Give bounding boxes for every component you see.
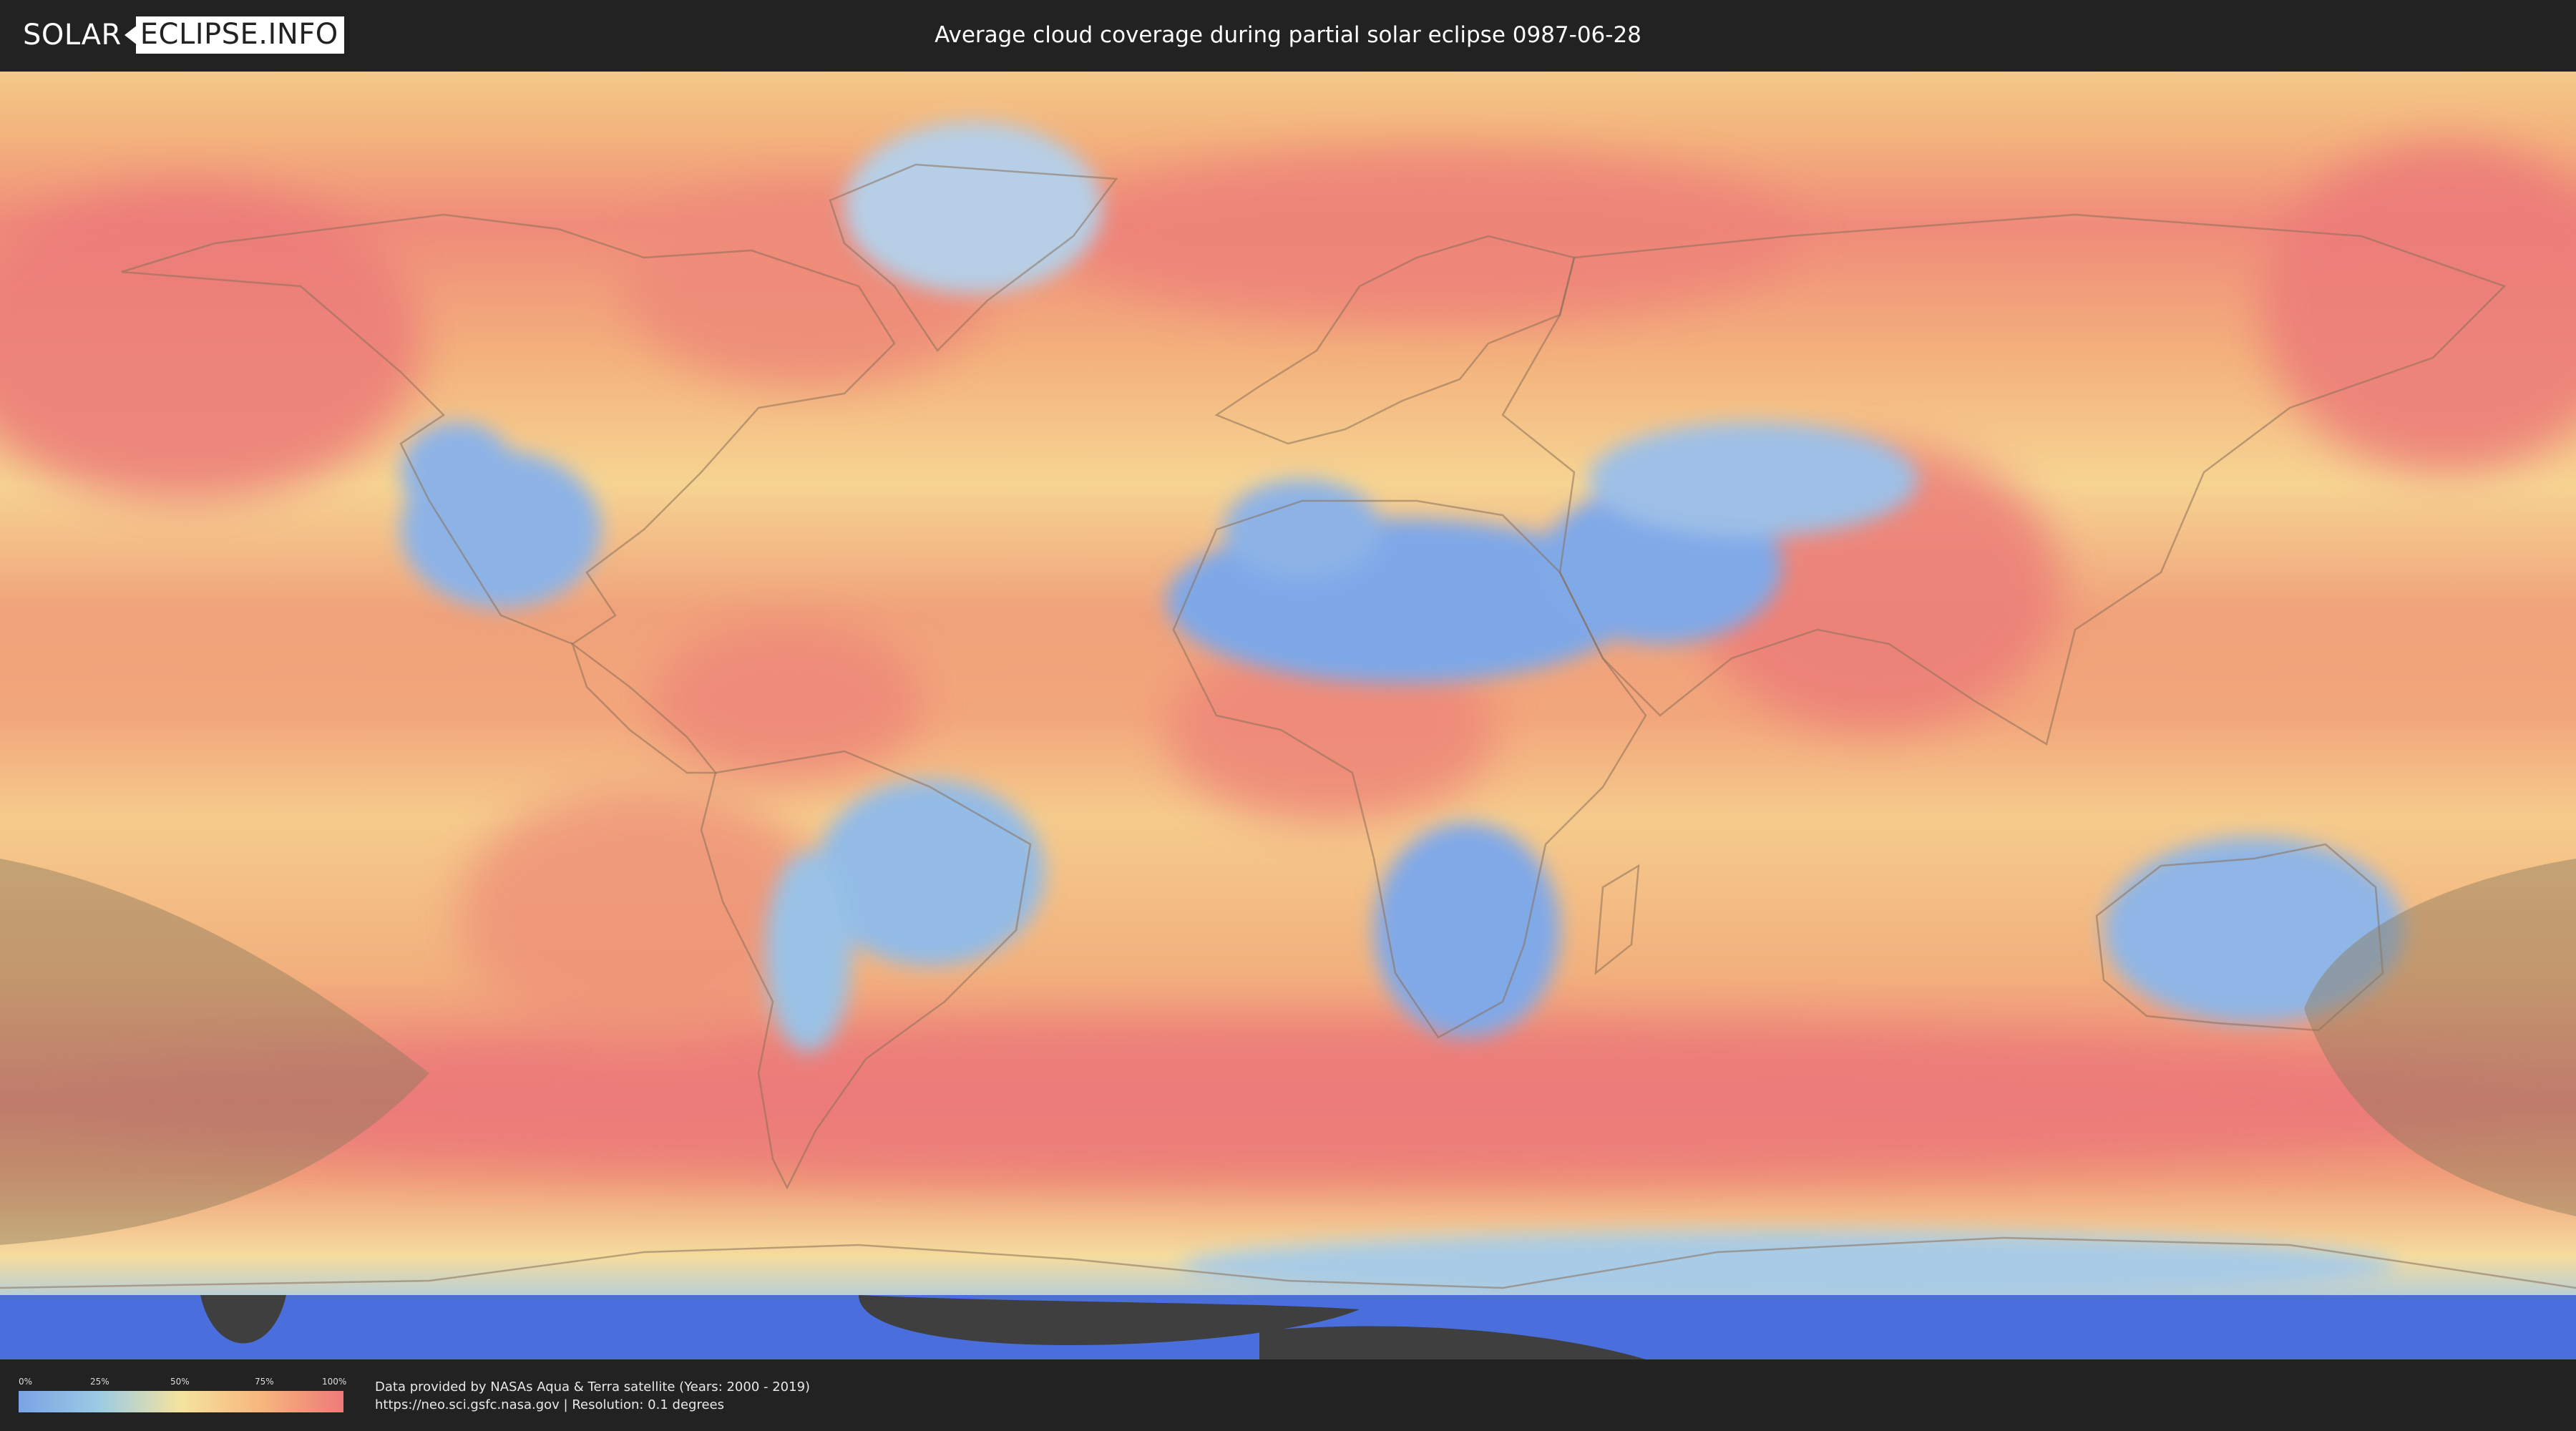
legend-tick-0: 0% bbox=[19, 1377, 33, 1387]
page-title: Average cloud coverage during partial so… bbox=[935, 22, 1641, 48]
legend-tick-25: 25% bbox=[90, 1377, 109, 1387]
legend-tick-100: 100% bbox=[322, 1377, 347, 1387]
world-map bbox=[0, 72, 2576, 1359]
region-antarctica bbox=[1181, 1231, 2397, 1302]
source-line-1: Data provided by NASAs Aqua & Terra sate… bbox=[375, 1379, 811, 1395]
legend-tick-labels: 0% 25% 50% 75% 100% bbox=[19, 1377, 347, 1388]
header-bar: SOLAR ECLIPSE.INFO Average cloud coverag… bbox=[0, 0, 2576, 72]
legend-tick-75: 75% bbox=[255, 1377, 274, 1387]
polar-no-data-region bbox=[0, 1295, 2576, 1359]
region-southern-africa bbox=[1374, 823, 1560, 1037]
legend-tick-50: 50% bbox=[170, 1377, 190, 1387]
data-source-credit: Data provided by NASAs Aqua & Terra sate… bbox=[375, 1378, 810, 1414]
region-greenland bbox=[844, 122, 1102, 293]
source-line-2: https://neo.sci.gsfc.nasa.gov | Resoluti… bbox=[375, 1397, 724, 1412]
cloud-coverage-legend-bar bbox=[19, 1391, 343, 1412]
footer-bar: 0% 25% 50% 75% 100% Data provided by NAS… bbox=[0, 1359, 2576, 1431]
cloud-coverage-map[interactable] bbox=[0, 72, 2576, 1359]
region-central-asia bbox=[1589, 422, 1918, 537]
